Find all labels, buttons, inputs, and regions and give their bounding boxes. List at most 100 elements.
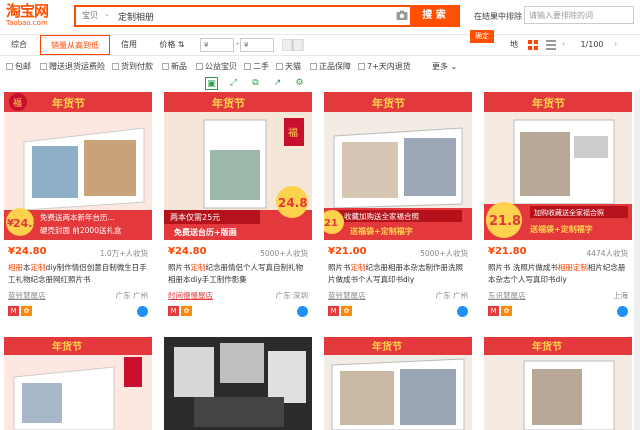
product-card[interactable]: 年货节 加购收藏送全家福合照 送福袋+定制福字 21.8 ¥21.80 4474…	[484, 92, 632, 322]
wangwang-chat-icon[interactable]	[137, 306, 148, 317]
fullscreen-icon[interactable]: ⤢	[227, 77, 240, 90]
badges: M ✿	[168, 306, 308, 318]
sort-price[interactable]: 价格 ⇅	[150, 35, 194, 55]
chevron-down-icon[interactable]: ⌄	[104, 10, 110, 18]
product-card[interactable]	[164, 337, 312, 430]
filter-label: 正品保障	[319, 62, 351, 71]
product-title[interactable]: 照片书定制纪念册情侣个人写真自制礼物相册本diy手工制作影集	[168, 262, 310, 286]
svg-text:福: 福	[288, 126, 298, 139]
product-card[interactable]: 年货节	[484, 337, 632, 430]
product-card[interactable]: 年货节 福 ¥ 24.8 免费送两本新年台历... 硬壳封面 前2000送礼盒 …	[4, 92, 152, 322]
grid-view-icon[interactable]	[528, 40, 538, 50]
filter-cod[interactable]: 货到付款	[112, 61, 153, 72]
filter-return-insurance[interactable]: 赠送退货运费险	[40, 61, 105, 72]
sort-sales[interactable]: 销量从高到低	[40, 35, 110, 55]
checkbox-icon	[244, 63, 251, 70]
product-card[interactable]: 年货节 福 两本仅需25元 免费送台历+版画 24.8 ¥24.80 5000+…	[164, 92, 312, 322]
title-text: 照片书	[168, 263, 191, 272]
checkbox-icon	[276, 63, 283, 70]
search-input[interactable]: 定制相册	[118, 10, 154, 23]
sort-credit[interactable]: 信用	[112, 35, 146, 55]
product-card[interactable]: 年货节	[4, 337, 152, 430]
product-image[interactable]: 年货节	[4, 337, 152, 430]
logo-text: 淘宝网	[6, 2, 49, 20]
filter-bar: 包邮 赠送退货运费险 货到付款 新品 公益宝贝 二手 天猫 正品保障 7+天内退…	[0, 58, 640, 76]
shop-link[interactable]: 蓝铃慧屋店	[328, 290, 366, 301]
prev-page-icon[interactable]: ‹	[562, 39, 565, 48]
filter-more[interactable]: 更多 ⌄	[432, 61, 457, 72]
wangwang-chat-icon[interactable]	[297, 306, 308, 317]
tmall-icon[interactable]: M	[8, 306, 19, 316]
filter-new[interactable]: 新品	[162, 61, 187, 72]
filter-free-shipping[interactable]: 包邮	[6, 61, 31, 72]
wangwang-chat-icon[interactable]	[617, 306, 628, 317]
guarantee-icon[interactable]: ✿	[21, 306, 32, 316]
product-location: 广东 广州	[435, 291, 468, 300]
filter-label: 赠送退货运费险	[49, 62, 105, 71]
guarantee-icon[interactable]: ✿	[181, 306, 192, 316]
checkbox-icon	[6, 63, 13, 70]
filter-label: 货到付款	[121, 62, 153, 71]
share-icon[interactable]: ↗	[271, 77, 284, 90]
price-min-input[interactable]: ¥	[200, 38, 234, 52]
badges: M ✿	[8, 306, 148, 318]
promo-line1: 两本仅需25元	[170, 212, 220, 222]
product-image[interactable]: 年货节 收藏加购送全家福合照 送福袋+定制福字 21	[324, 92, 472, 240]
camera-icon[interactable]	[396, 10, 408, 21]
shop-link[interactable]: 蓝铃慧屋店	[8, 290, 46, 301]
taobao-logo[interactable]: 淘宝网 Taobao.com	[6, 3, 66, 31]
sort-default[interactable]: 综合	[4, 35, 34, 55]
settings-icon[interactable]: ⚙	[293, 77, 306, 90]
search-button[interactable]: 搜 索	[410, 7, 458, 25]
product-location: 上海	[613, 291, 628, 300]
product-title[interactable]: 照片书定制纪念册相册本杂志制作册洗照片做成书个人写真印书diy	[328, 262, 470, 286]
product-price: ¥21.80	[488, 246, 527, 257]
product-card[interactable]: 年货节	[324, 337, 472, 430]
sort-bar: 综合 销量从高到低 信用 价格 ⇅ ¥ - ¥ 地 ‹ 1/100 ›	[0, 34, 640, 56]
title-highlight: 定制	[30, 263, 46, 272]
checkbox-icon	[112, 63, 119, 70]
search-category[interactable]: 宝贝	[82, 10, 98, 21]
shop-link[interactable]: 东讯慧屋店	[488, 290, 526, 301]
filter-tmall[interactable]: 天猫	[276, 61, 301, 72]
product-location: 广东 深圳	[275, 291, 308, 300]
title-highlight: 定制	[350, 263, 366, 272]
price-range-icon[interactable]	[282, 39, 304, 51]
chevron-icon: ⇅	[177, 40, 185, 49]
scrollbar[interactable]	[634, 90, 640, 430]
product-image[interactable]: 年货节 加购收藏送全家福合照 送福袋+定制福字 21.8	[484, 92, 632, 240]
product-title[interactable]: 相册本定制diy制作情侣创意自制微生日手工礼物纪念册网红照片书	[8, 262, 150, 286]
expand-icon[interactable]: ▣	[205, 77, 218, 90]
tmall-icon[interactable]: M	[168, 306, 179, 316]
filter-7day-return[interactable]: 7+天内退货	[358, 61, 411, 72]
list-view-icon[interactable]	[546, 40, 556, 50]
filter-used[interactable]: 二手	[244, 61, 269, 72]
exclude-input[interactable]: 请输入要排除的词	[524, 6, 634, 24]
product-card[interactable]: 年货节 收藏加购送全家福合照 送福袋+定制福字 21 ¥21.00 5000+人…	[324, 92, 472, 322]
logo-subtext: Taobao.com	[6, 19, 48, 27]
product-title[interactable]: 照片书 洗照片做成书相册定制相片纪念册本杂志个人写真印书diy	[488, 262, 630, 286]
confirm-button[interactable]: 确定	[470, 30, 494, 43]
badges: M ✿	[328, 306, 468, 318]
hover-toolbar: ▣ ⤢ ⧉ ↗ ⚙	[205, 77, 309, 91]
product-image[interactable]: 年货节	[484, 337, 632, 430]
next-page-icon[interactable]: ›	[614, 39, 617, 48]
guarantee-icon[interactable]: ✿	[341, 306, 352, 316]
region-select[interactable]: 地	[506, 35, 522, 55]
price-max-input[interactable]: ¥	[240, 38, 274, 52]
shop-link[interactable]: 时间慢慢屋店	[168, 290, 213, 301]
checkbox-icon	[40, 63, 47, 70]
tmall-icon[interactable]: M	[328, 306, 339, 316]
product-image[interactable]: 年货节 福 ¥ 24.8 免费送两本新年台历... 硬壳封面 前2000送礼盒	[4, 92, 152, 240]
guarantee-icon[interactable]: ✿	[501, 306, 512, 316]
wangwang-chat-icon[interactable]	[457, 306, 468, 317]
tmall-icon[interactable]: M	[488, 306, 499, 316]
promo-price: 24.8	[13, 217, 40, 230]
product-image[interactable]: 年货节 福 两本仅需25元 免费送台历+版画 24.8	[164, 92, 312, 240]
filter-genuine[interactable]: 正品保障	[310, 61, 351, 72]
copy-icon[interactable]: ⧉	[249, 77, 262, 90]
page-indicator: 1/100	[580, 40, 604, 49]
product-image[interactable]	[164, 337, 312, 430]
product-image[interactable]: 年货节	[324, 337, 472, 430]
filter-charity[interactable]: 公益宝贝	[196, 61, 237, 72]
